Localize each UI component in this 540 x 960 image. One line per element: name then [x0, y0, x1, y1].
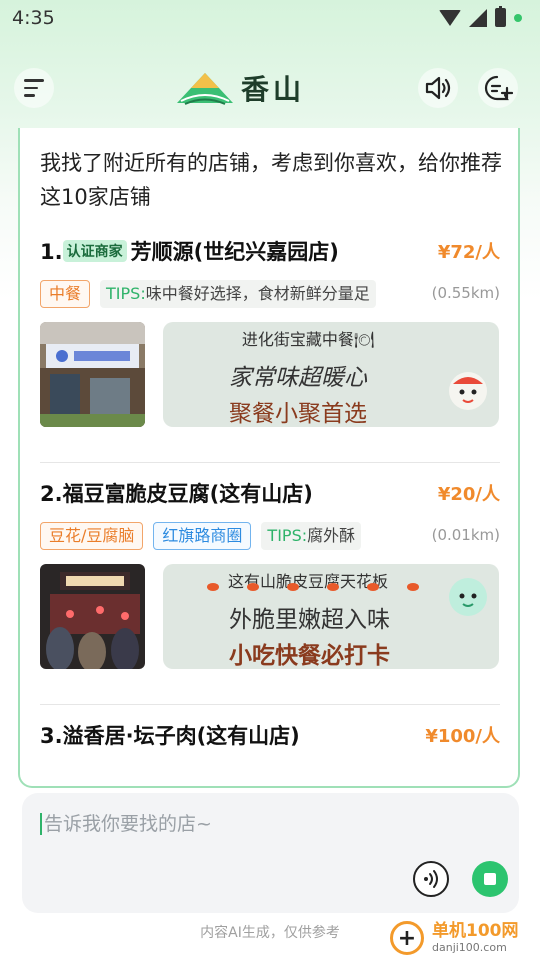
search-input[interactable]: [40, 813, 480, 835]
signal-icon: [469, 8, 487, 27]
chili-decoration-icon: [207, 583, 419, 591]
tiger-mascot-icon: [449, 372, 487, 410]
stop-icon: [484, 873, 496, 885]
banner-headline: 家常味超暖心: [229, 365, 367, 391]
shop-item-1[interactable]: 1. 认证商家 芳顺源(世纪兴嘉园店) ¥72/人 中餐 TIPS:味中餐好选择，食…: [40, 236, 500, 428]
status-bar: 4:35: [0, 0, 540, 38]
stop-button[interactable]: [472, 861, 508, 897]
category-tag[interactable]: 中餐: [40, 280, 91, 308]
tips: TIPS:腐外酥: [261, 522, 362, 550]
new-chat-icon: [484, 75, 513, 101]
voice-button[interactable]: [413, 861, 449, 897]
watermark-url: danji100.com: [432, 941, 507, 954]
shop-tags: 豆花/豆腐脑 红旗路商圈 TIPS:腐外酥 (0.01km): [40, 522, 500, 552]
site-watermark: + 单机100网 danji100.com: [390, 916, 540, 960]
certified-badge: 认证商家: [62, 240, 127, 262]
status-icons: [439, 6, 522, 27]
watermark-name: 单机100网: [432, 921, 519, 941]
shop-media: 这有山脆皮豆腐天花板 外脆里嫩超入味 小吃快餐必打卡: [40, 564, 500, 670]
shop-price: ¥72/人: [437, 242, 500, 263]
district-tag[interactable]: 红旗路商圈: [153, 522, 252, 550]
app-logo: 香山: [175, 68, 305, 108]
shop-price: ¥20/人: [437, 484, 500, 505]
banner-slogan: 小吃快餐必打卡: [229, 643, 390, 669]
chat-input-box: [22, 793, 519, 913]
voice-icon: [424, 870, 438, 888]
answer-card: 我找了附近所有的店铺，考虑到你喜欢，给你推荐这10家店铺 1. 认证商家 芳顺源(世…: [18, 128, 520, 788]
shop-name: 福豆富脆皮豆腐(这有山店): [62, 482, 313, 506]
shop-tags: 中餐 TIPS:味中餐好选择，食材新鲜分量足 (0.55km): [40, 280, 500, 310]
mountain-logo-icon: [177, 73, 233, 105]
new-chat-button[interactable]: [478, 68, 518, 108]
app-header: 香山: [0, 60, 540, 116]
shop-item-2[interactable]: 2.福豆富脆皮豆腐(这有山店) ¥20/人 豆花/豆腐脑 红旗路商圈 TIPS:…: [40, 478, 500, 670]
shop-title[interactable]: 3.溢香居·坛子肉(这有山店): [40, 724, 300, 748]
banner-slogan: 聚餐小聚首选: [229, 401, 367, 427]
shop-title[interactable]: 1. 认证商家 芳顺源(世纪兴嘉园店): [40, 240, 339, 264]
battery-icon: [495, 6, 506, 27]
shop-promo-banner[interactable]: 这有山脆皮豆腐天花板 外脆里嫩超入味 小吃快餐必打卡: [163, 564, 499, 669]
wifi-icon: [439, 9, 461, 26]
status-dot-icon: [514, 13, 522, 22]
banner-headline: 外脆里嫩超入味: [229, 607, 390, 633]
banner-subtitle: 进化街宝藏中餐🍽: [241, 330, 375, 349]
divider: [40, 704, 500, 705]
shop-media: 进化街宝藏中餐🍽 家常味超暖心 聚餐小聚首选: [40, 322, 500, 428]
shop-promo-banner[interactable]: 进化街宝藏中餐🍽 家常味超暖心 聚餐小聚首选: [163, 322, 499, 427]
divider: [40, 462, 500, 463]
watermark-plus-icon: +: [390, 921, 424, 955]
speaker-icon: [425, 76, 451, 100]
sound-button[interactable]: [418, 68, 458, 108]
shop-distance: (0.01km): [425, 526, 500, 544]
menu-button[interactable]: [14, 68, 54, 108]
mascot-icon: [449, 578, 487, 616]
answer-intro: 我找了附近所有的店铺，考虑到你喜欢，给你推荐这10家店铺: [40, 151, 502, 209]
shop-distance: (0.55km): [425, 284, 500, 302]
shop-item-3[interactable]: 3.溢香居·坛子肉(这有山店) ¥100/人: [40, 720, 500, 750]
app-name: 香山: [241, 73, 306, 106]
shop-photo[interactable]: [40, 564, 145, 669]
shop-photo[interactable]: [40, 322, 145, 427]
status-time: 4:35: [12, 7, 55, 29]
menu-icon: [24, 79, 44, 97]
shop-price: ¥100/人: [425, 726, 500, 747]
category-tag[interactable]: 豆花/豆腐脑: [40, 522, 144, 550]
tips: TIPS:味中餐好选择，食材新鲜分量足: [100, 280, 376, 308]
shop-title[interactable]: 2.福豆富脆皮豆腐(这有山店): [40, 482, 313, 506]
shop-name: 溢香居·坛子肉(这有山店): [62, 724, 300, 748]
shop-name: 芳顺源(世纪兴嘉园店): [130, 240, 339, 264]
